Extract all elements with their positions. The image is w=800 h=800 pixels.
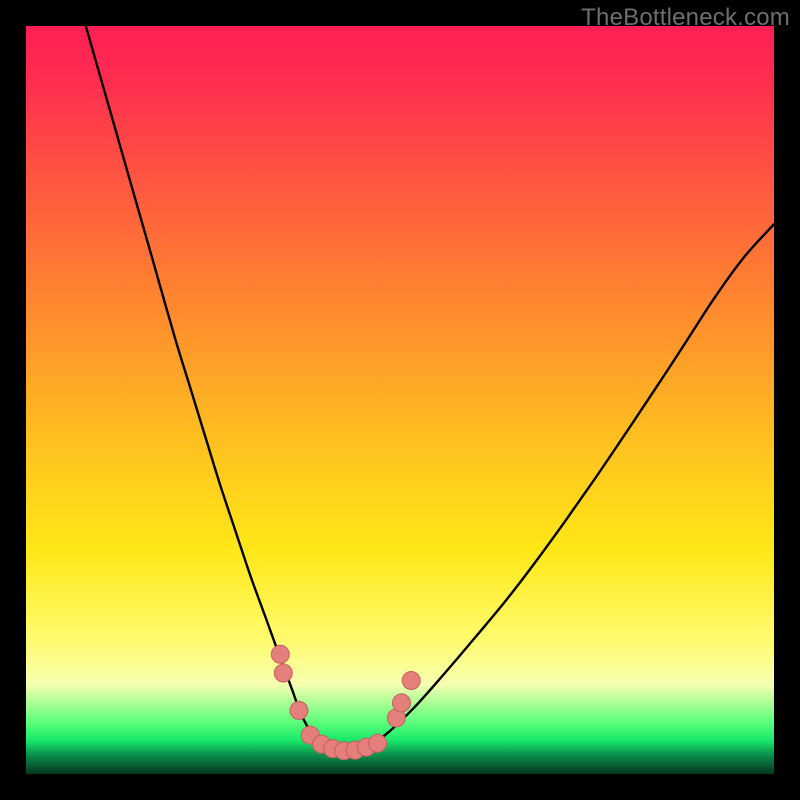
outer-frame: TheBottleneck.com: [0, 0, 800, 800]
watermark-text: TheBottleneck.com: [581, 4, 790, 32]
data-marker: [402, 672, 420, 690]
data-marker: [393, 694, 411, 712]
chart-svg: [26, 26, 774, 774]
data-marker: [274, 664, 292, 682]
data-marker: [290, 701, 308, 719]
data-marker: [271, 645, 289, 663]
data-markers: [271, 645, 420, 760]
bottleneck-curve: [86, 26, 774, 752]
data-marker: [369, 734, 387, 752]
